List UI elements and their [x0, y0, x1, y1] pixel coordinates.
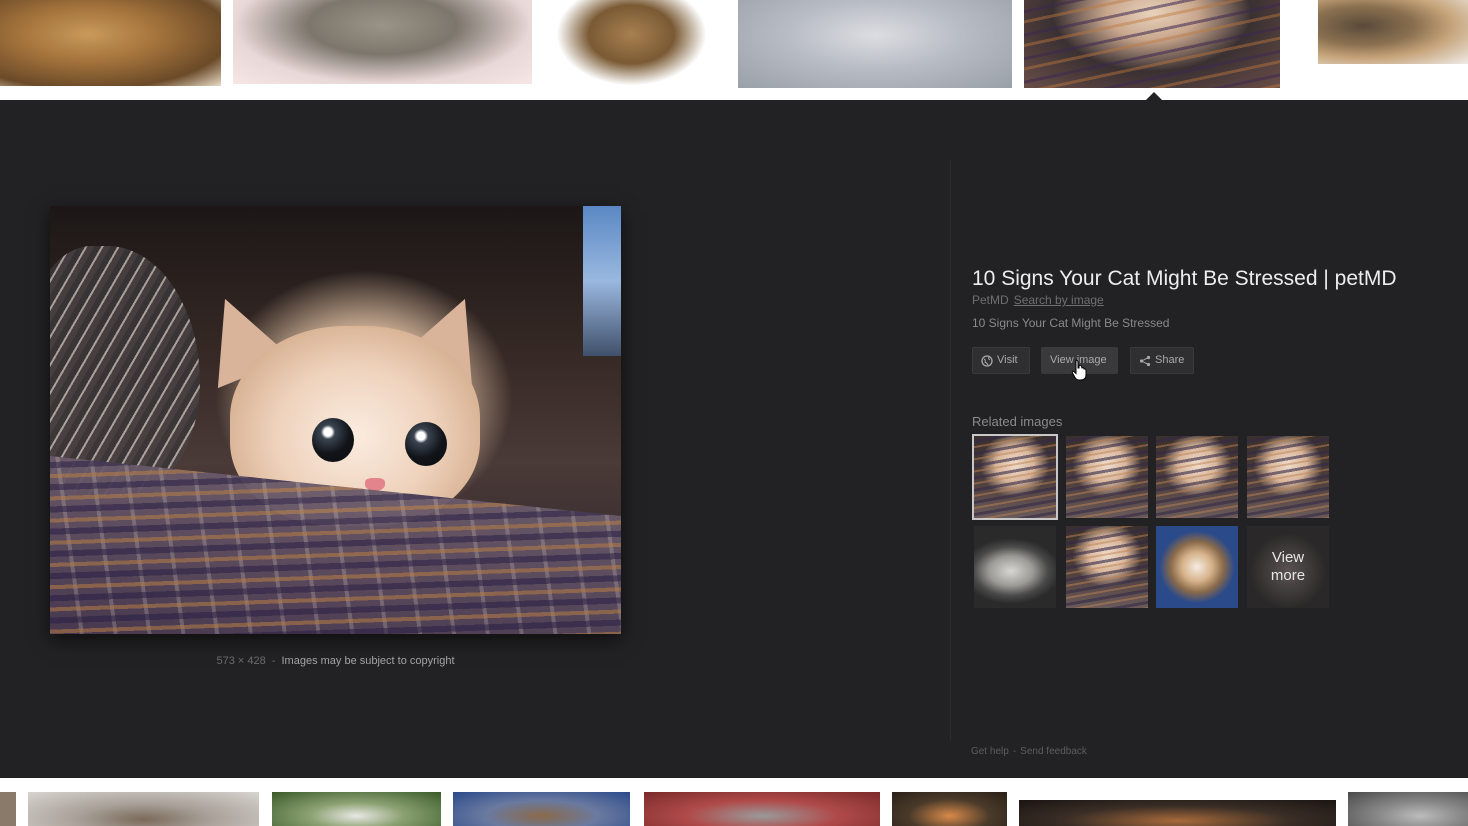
result-thumbnail[interactable] — [28, 792, 259, 826]
panel-footer: Get help - Send feedback — [971, 746, 1087, 757]
image-search-results: 573 × 428 - Images may be subject to cop… — [0, 0, 1468, 826]
copyright-notice: Images may be subject to copyright — [281, 655, 455, 667]
share-label: Share — [1155, 354, 1185, 366]
image-detail — [405, 422, 447, 466]
result-thumbnail[interactable] — [892, 792, 1007, 826]
view-more-label: View more — [1271, 549, 1305, 585]
get-help-link[interactable]: Get help — [971, 746, 1009, 757]
result-thumbnail[interactable] — [556, 0, 707, 86]
footer-separator: - — [1012, 746, 1017, 757]
view-more-line: more — [1270, 567, 1306, 584]
related-image-thumbnail[interactable] — [1066, 436, 1148, 518]
panel-divider — [950, 160, 951, 740]
image-detail — [583, 206, 621, 356]
result-thumbnail[interactable] — [272, 792, 441, 826]
result-thumbnail[interactable] — [453, 792, 630, 826]
view-more-line: View — [1271, 549, 1305, 566]
share-button[interactable]: Share — [1130, 347, 1194, 374]
bottom-thumbnail-row — [0, 778, 1468, 826]
related-image-thumbnail[interactable] — [972, 434, 1058, 520]
search-by-image-link[interactable]: Search by image — [1014, 293, 1104, 307]
image-meta-line: 573 × 428 - Images may be subject to cop… — [50, 655, 621, 667]
related-image-thumbnail[interactable] — [1247, 436, 1329, 518]
related-image-thumbnail[interactable] — [1066, 526, 1148, 608]
visit-label: Visit — [997, 354, 1018, 366]
send-feedback-link[interactable]: Send feedback — [1020, 746, 1087, 757]
related-image-thumbnail[interactable] — [1156, 436, 1238, 518]
top-thumbnail-row — [0, 0, 1468, 101]
result-title[interactable]: 10 Signs Your Cat Might Be Stressed | pe… — [972, 267, 1452, 291]
hand-pointer-icon — [1071, 359, 1087, 381]
result-source: PetMD Search by image — [972, 293, 1104, 307]
globe-icon — [981, 354, 993, 367]
share-icon — [1139, 355, 1151, 366]
source-name[interactable]: PetMD — [972, 293, 1009, 307]
related-images-heading: Related images — [972, 414, 1063, 429]
meta-separator: - — [271, 655, 276, 667]
result-thumbnail[interactable] — [1348, 792, 1468, 826]
result-thumbnail[interactable] — [233, 0, 532, 84]
result-thumbnail[interactable] — [1318, 0, 1468, 64]
related-image-thumbnail[interactable] — [1156, 526, 1238, 608]
result-description: 10 Signs Your Cat Might Be Stressed — [972, 316, 1170, 330]
related-image-thumbnail[interactable] — [974, 526, 1056, 608]
image-dimensions: 573 × 428 — [216, 655, 266, 667]
result-thumbnail[interactable] — [1019, 800, 1336, 826]
image-detail — [312, 418, 354, 462]
view-more-button[interactable]: View more — [1247, 526, 1329, 608]
image-preview-panel: 573 × 428 - Images may be subject to cop… — [0, 100, 1468, 778]
result-thumbnail[interactable] — [0, 792, 16, 826]
visit-button[interactable]: Visit — [972, 347, 1030, 374]
result-thumbnail[interactable] — [644, 792, 880, 826]
selected-result-thumbnail[interactable] — [1024, 0, 1280, 88]
result-thumbnail[interactable] — [0, 0, 221, 86]
preview-image[interactable] — [50, 206, 621, 634]
result-thumbnail[interactable] — [738, 0, 1012, 88]
